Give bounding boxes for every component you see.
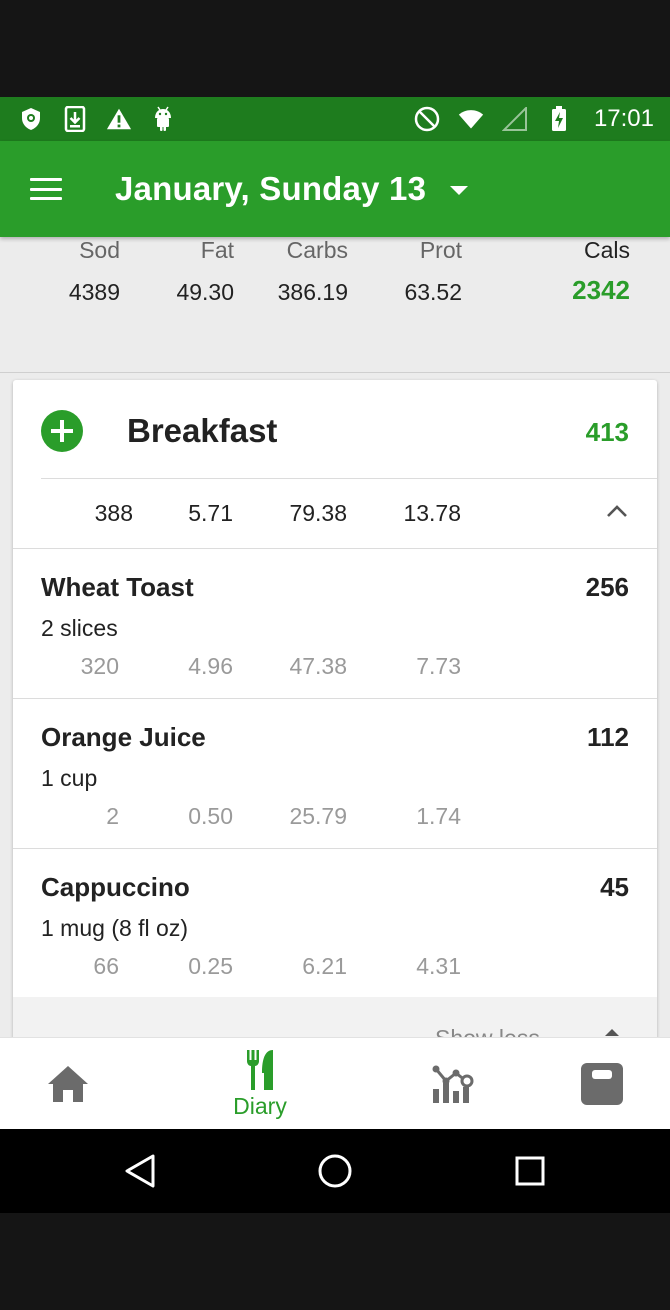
meal-total-sodium: 388 <box>94 500 133 526</box>
summary-carbs: Carbs 386.19 <box>262 237 348 305</box>
food-item[interactable]: Cappuccino 45 1 mug (8 fl oz) 66 0.25 6.… <box>13 849 657 999</box>
daily-summary: Sod 4389 Fat 49.30 Carbs 386.19 Prot 63.… <box>0 237 670 373</box>
show-less-button[interactable]: Show less <box>435 1025 540 1037</box>
food-fat: 0.50 <box>188 803 233 829</box>
meal-header: Breakfast 413 <box>13 380 657 478</box>
food-calories: 112 <box>587 722 629 752</box>
food-serving: 2 slices <box>41 615 118 641</box>
status-bar: 17:01 <box>0 97 670 141</box>
scale-icon <box>581 1063 623 1105</box>
hamburger-menu-icon[interactable] <box>0 141 100 237</box>
food-carbs: 25.79 <box>289 803 347 829</box>
meal-total-fat: 5.71 <box>188 500 233 526</box>
food-name: Orange Juice <box>41 722 206 752</box>
summary-label: Cals <box>583 237 630 263</box>
summary-label: Carbs <box>286 237 348 263</box>
nav-label-diary: Diary <box>233 1092 287 1119</box>
summary-value: 49.30 <box>176 279 234 305</box>
bottom-navigation: Diary <box>0 1037 670 1129</box>
bottom-frame <box>0 1213 670 1310</box>
summary-value: 63.52 <box>404 279 462 305</box>
nav-charts[interactable] <box>385 1038 519 1130</box>
meal-total-protein: 13.78 <box>403 500 461 526</box>
food-serving: 1 mug (8 fl oz) <box>41 915 188 941</box>
home-icon <box>48 1066 88 1102</box>
top-frame <box>0 0 670 97</box>
summary-sodium: Sod 4389 <box>62 237 120 305</box>
cell-signal-icon <box>501 106 528 132</box>
food-item[interactable]: Wheat Toast 256 2 slices 320 4.96 47.38 … <box>13 549 657 699</box>
caret-down-icon[interactable] <box>450 185 469 195</box>
android-icon <box>150 106 176 132</box>
do-not-disturb-icon <box>414 106 440 132</box>
fork-knife-icon <box>247 1049 273 1090</box>
food-sodium: 66 <box>93 953 119 979</box>
nav-weight[interactable] <box>535 1038 669 1130</box>
food-calories: 256 <box>585 572 629 602</box>
system-navigation-bar <box>0 1129 670 1213</box>
meal-total-carbs: 79.38 <box>289 500 347 526</box>
wifi-icon <box>458 106 484 132</box>
summary-value: 4389 <box>68 279 120 305</box>
summary-fat: Fat 49.30 <box>158 237 234 305</box>
food-serving: 1 cup <box>41 765 98 791</box>
summary-label: Sod <box>79 237 120 263</box>
meal-title: Breakfast <box>127 412 278 449</box>
summary-value: 386.19 <box>277 279 348 305</box>
battery-charging-icon <box>546 106 572 132</box>
food-sodium: 2 <box>106 803 119 829</box>
food-fat: 4.96 <box>188 653 233 679</box>
shield-icon <box>18 106 44 132</box>
show-less-row[interactable]: Show less <box>13 997 657 1037</box>
food-item[interactable]: Orange Juice 112 1 cup 2 0.50 25.79 1.74 <box>13 699 657 849</box>
food-name: Wheat Toast <box>41 572 194 602</box>
warning-icon <box>106 106 132 132</box>
app-bar: January, Sunday 13 <box>0 141 670 237</box>
add-food-button[interactable] <box>41 410 83 452</box>
diary-content[interactable]: Sod 4389 Fat 49.30 Carbs 386.19 Prot 63.… <box>0 237 670 1037</box>
home-circle-icon[interactable] <box>313 1149 357 1193</box>
food-protein: 4.31 <box>416 953 461 979</box>
nav-home[interactable] <box>1 1038 135 1130</box>
summary-label: Fat <box>200 237 234 263</box>
download-icon <box>62 106 88 132</box>
food-protein: 1.74 <box>416 803 461 829</box>
nav-diary[interactable]: Diary <box>193 1038 327 1130</box>
chevron-up-icon[interactable] <box>605 503 629 519</box>
meal-totals[interactable]: 388 5.71 79.38 13.78 <box>13 479 657 549</box>
back-icon[interactable] <box>118 1149 162 1193</box>
caret-up-icon[interactable] <box>605 1029 619 1036</box>
food-calories: 45 <box>600 872 629 902</box>
food-sodium: 320 <box>80 653 119 679</box>
date-title[interactable]: January, Sunday 13 <box>115 170 426 208</box>
recents-icon[interactable] <box>508 1149 552 1193</box>
status-time: 17:01 <box>593 105 654 132</box>
chart-icon <box>432 1065 474 1103</box>
food-fat: 0.25 <box>188 953 233 979</box>
food-protein: 7.73 <box>416 653 461 679</box>
food-name: Cappuccino <box>41 872 190 902</box>
summary-calories: Cals 2342 <box>550 237 630 303</box>
food-carbs: 47.38 <box>289 653 347 679</box>
summary-label: Prot <box>419 237 462 263</box>
food-carbs: 6.21 <box>302 953 347 979</box>
summary-protein: Prot 63.52 <box>384 237 462 305</box>
summary-value: 2342 <box>572 275 630 305</box>
meal-card: Breakfast 413 388 5.71 79.38 13.78 Wheat… <box>13 380 657 1037</box>
meal-calories: 413 <box>585 417 629 447</box>
